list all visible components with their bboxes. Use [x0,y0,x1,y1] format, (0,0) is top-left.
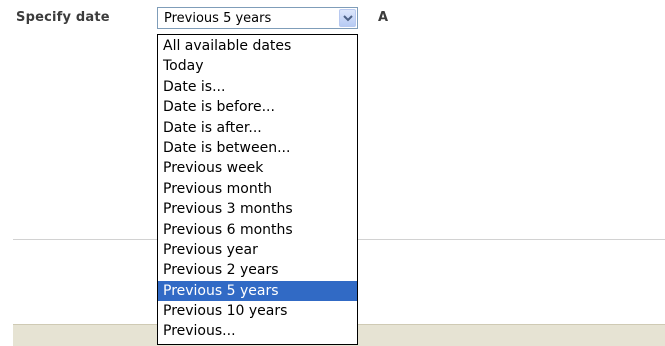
trailing-label: A [378,10,389,25]
date-option[interactable]: Date is after... [158,118,357,138]
date-options-list[interactable]: All available dates Today Date is... Date i… [157,34,358,345]
date-select[interactable]: Previous 5 years [157,7,358,29]
date-option[interactable]: Date is between... [158,138,357,158]
chevron-down-icon [343,15,353,22]
date-option[interactable]: Previous 3 months [158,199,357,219]
date-option[interactable]: Previous 5 years [158,280,357,302]
date-option[interactable]: Previous 10 years [158,301,357,321]
date-option[interactable]: Today [158,56,357,76]
date-option[interactable]: All available dates [158,36,357,56]
date-option[interactable]: Previous 2 years [158,260,357,280]
date-option[interactable]: Date is before... [158,97,357,117]
date-option[interactable]: Date is... [158,77,357,97]
dropdown-arrow-button[interactable] [339,9,356,27]
date-option[interactable]: Previous 6 months [158,220,357,240]
specify-date-label: Specify date [16,10,110,25]
date-select-value: Previous 5 years [164,11,272,26]
date-option[interactable]: Previous year [158,240,357,260]
date-option[interactable]: Previous... [158,321,357,341]
date-option[interactable]: Previous month [158,179,357,199]
date-option[interactable]: Previous week [158,158,357,178]
